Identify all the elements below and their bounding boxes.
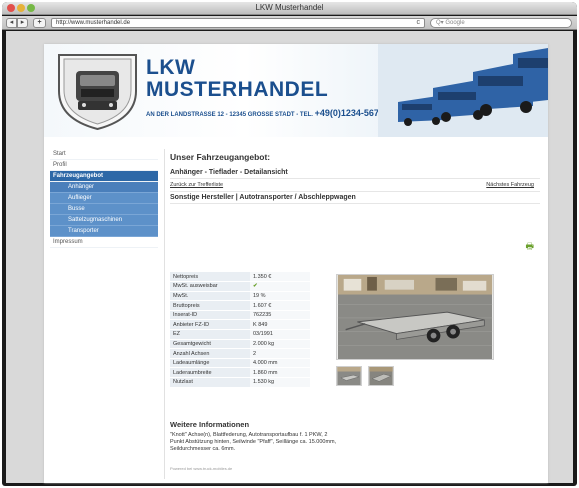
spec-value: 1.350 €	[250, 272, 310, 283]
print-icon[interactable]: 🖶	[526, 239, 535, 255]
spec-label: Nutzlast	[170, 377, 250, 388]
brand-name-line1: LKW	[146, 56, 196, 79]
truck-fleet-image	[378, 44, 548, 137]
spec-value: 1.607 €	[250, 300, 310, 311]
add-bookmark-button[interactable]: +	[33, 18, 46, 28]
reload-icon[interactable]: c	[417, 19, 421, 27]
spec-value: 19 %	[250, 291, 310, 302]
table-row: EZ 03/1991	[170, 329, 310, 340]
browser-window: LKW Musterhandel ◂ ▸ + http://www.muster…	[2, 2, 577, 486]
sidebar-nav: Start Profil Fahrzeugangebot Anhänger Au…	[50, 149, 158, 248]
spec-value: 2.000 kg	[250, 339, 310, 350]
vehicle-spec-table: Nettopreis 1.350 € MwSt. ausweisbar ✔ MwSt…	[170, 272, 310, 388]
address-bar-url: http://www.musterhandel.de	[56, 20, 131, 26]
sidebar-item-fahrzeugangebot[interactable]: Fahrzeugangebot	[50, 171, 158, 182]
spec-label: Nettopreis	[170, 272, 250, 283]
check-icon: ✔	[250, 281, 310, 292]
spec-label: Gesamtgewicht	[170, 339, 250, 350]
table-row: Bruttopreis 1.607 €	[170, 300, 310, 311]
spec-label: MwSt.	[170, 291, 250, 302]
back-to-results-link[interactable]: Zurück zur Trefferliste	[170, 182, 223, 188]
main-content: Unser Fahrzeugangebot: Anhänger - Tiefla…	[170, 144, 540, 471]
browser-viewport: LKW MUSTERHANDEL AN DER LANDSTRASSE 12 -…	[6, 31, 573, 483]
brand-name-line2: MUSTERHANDEL	[146, 78, 329, 101]
spec-label: Laderaumbreite	[170, 367, 250, 379]
result-navigation: Zurück zur Trefferliste Nächstes Fahrzeu…	[170, 181, 540, 191]
spec-label: EZ	[170, 329, 250, 340]
table-row: MwSt. 19 %	[170, 291, 310, 302]
trailer-photo[interactable]	[336, 274, 494, 360]
sidebar-divider	[164, 149, 165, 479]
company-address: AN DER LANDSTRASSE 12 - 12345 GROSSE STA…	[146, 108, 389, 118]
forward-button[interactable]: ▸	[17, 18, 28, 28]
photo-thumbnail[interactable]	[368, 366, 394, 386]
spec-label: Ladeaumlänge	[170, 358, 250, 369]
sidebar-item-start[interactable]: Start	[50, 149, 158, 160]
powered-by-note: Powered bei www.truck-mobiles.de	[170, 466, 233, 471]
table-row: Inserat-ID 762235	[170, 310, 310, 321]
spec-label: MwSt. ausweisbar	[170, 281, 250, 292]
address-bar[interactable]: http://www.musterhandel.de c	[51, 18, 425, 28]
table-row: Anbieter FZ-ID K 849	[170, 319, 310, 331]
next-vehicle-link[interactable]: Nächstes Fahrzeug	[486, 182, 534, 188]
sidebar-item-auflieger[interactable]: Auflieger	[50, 193, 158, 204]
spec-label: Anzahl Achsen	[170, 348, 250, 359]
table-row: MwSt. ausweisbar ✔	[170, 281, 310, 292]
photo-thumbnail[interactable]	[336, 366, 362, 386]
more-info-heading: Weitere Informationen	[170, 420, 250, 429]
table-row: Laderaumbreite 1.860 mm	[170, 367, 310, 379]
table-row: Nettopreis 1.350 €	[170, 272, 310, 283]
address-text: AN DER LANDSTRASSE 12 - 12345 GROSSE STA…	[146, 112, 315, 118]
sidebar-item-profil[interactable]: Profil	[50, 160, 158, 171]
page-title: Unser Fahrzeugangebot:	[170, 152, 271, 162]
sidebar-item-impressum[interactable]: Impressum	[50, 237, 158, 248]
search-input[interactable]: Q▾ Google	[430, 18, 572, 28]
table-row: Gesamtgewicht 2.000 kg	[170, 339, 310, 350]
spec-value: 762235	[250, 310, 310, 321]
spec-value: 03/1991	[250, 329, 310, 340]
back-button[interactable]: ◂	[6, 18, 17, 28]
window-title: LKW Musterhandel	[255, 3, 324, 12]
table-row: Anzahl Achsen 2	[170, 348, 310, 359]
sidebar-item-busse[interactable]: Busse	[50, 204, 158, 215]
spec-label: Anbieter FZ-ID	[170, 319, 250, 331]
sidebar-item-anhaenger[interactable]: Anhänger	[50, 182, 158, 193]
table-row: Nutzlast 1.530 kg	[170, 377, 310, 388]
spec-value: K 849	[250, 319, 310, 331]
spec-value: 4.000 mm	[250, 358, 310, 369]
browser-toolbar: ◂ ▸ + http://www.musterhandel.de c Q▾ Go…	[2, 16, 577, 30]
title-bar: LKW Musterhandel	[2, 2, 577, 15]
manufacturer-category: Sonstige Hersteller | Autotransporter / …	[170, 191, 540, 204]
spec-label: Inserat-ID	[170, 310, 250, 321]
spec-value: 1.860 mm	[250, 367, 310, 379]
web-page: LKW MUSTERHANDEL AN DER LANDSTRASSE 12 -…	[44, 44, 548, 483]
truck-logo-icon	[58, 54, 137, 131]
spec-value: 2	[250, 348, 310, 359]
more-info-text: "Knott" Achse(n), Blattfederung, Autotra…	[170, 432, 337, 452]
detail-heading: Anhänger - Tieflader - Detailansicht	[170, 169, 540, 179]
sidebar-item-sattelzugmaschinen[interactable]: Sattelzugmaschinen	[50, 215, 158, 226]
spec-value: 1.530 kg	[250, 377, 310, 388]
site-header: LKW MUSTERHANDEL AN DER LANDSTRASSE 12 -…	[44, 44, 548, 137]
sidebar-item-transporter[interactable]: Transporter	[50, 226, 158, 237]
table-row: Ladeaumlänge 4.000 mm	[170, 358, 310, 369]
spec-label: Bruttopreis	[170, 300, 250, 311]
